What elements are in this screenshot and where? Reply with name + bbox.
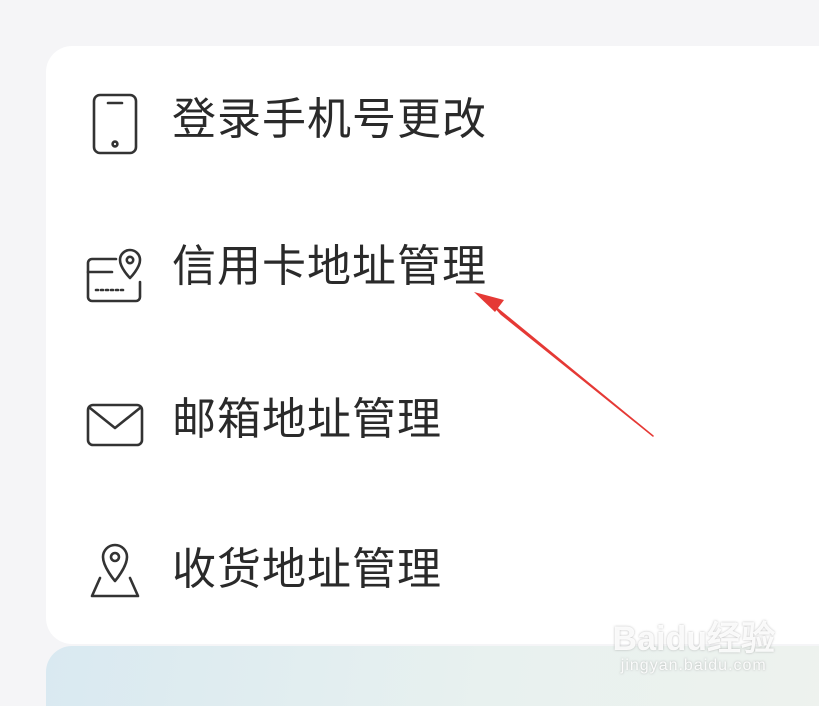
mail-icon [82, 392, 148, 458]
menu-item-credit-card-address[interactable]: 信用卡地址管理 [46, 196, 819, 346]
menu-item-email-address[interactable]: 邮箱地址管理 [46, 346, 819, 496]
credit-card-location-icon [82, 242, 148, 308]
settings-card: 登录手机号更改 信用卡地址管理 邮箱地址管理 收货地址管理 [46, 46, 819, 644]
watermark-sub: jingyan.baidu.com [620, 657, 767, 674]
watermark-main: Baidu经验 [612, 620, 775, 658]
menu-item-label: 信用卡地址管理 [172, 241, 487, 292]
menu-item-phone-change[interactable]: 登录手机号更改 [46, 46, 819, 196]
menu-item-label: 登录手机号更改 [172, 94, 487, 145]
menu-item-label: 收货地址管理 [172, 544, 442, 595]
baidu-jingyan-watermark: Baidu经验 jingyan.baidu.com [613, 621, 775, 675]
menu-item-label: 邮箱地址管理 [172, 394, 442, 445]
phone-icon [82, 89, 148, 155]
map-pin-icon [82, 538, 148, 604]
